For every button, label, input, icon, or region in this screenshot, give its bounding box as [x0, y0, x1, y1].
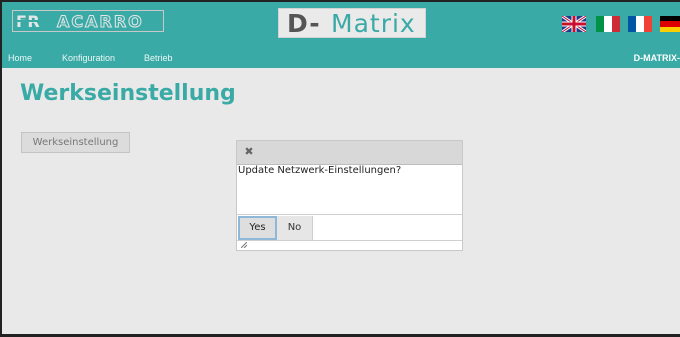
- nav-item-konfiguration[interactable]: Konfiguration: [62, 53, 115, 63]
- close-icon[interactable]: ✖: [242, 144, 256, 160]
- device-label: D-MATRIX-: [633, 53, 680, 63]
- page-title: Werkseinstellung: [20, 81, 236, 106]
- no-button[interactable]: No: [277, 216, 313, 240]
- main-nav: Home Konfiguration Betrieb D-MATRIX-: [2, 48, 680, 68]
- d-matrix-logo: D- Matrix: [278, 8, 426, 38]
- product-name: Matrix: [331, 9, 416, 38]
- fracarro-logo: FR ACARRO: [12, 10, 164, 32]
- uk-flag-icon[interactable]: [562, 16, 586, 32]
- logo-prefix: FR: [16, 12, 41, 31]
- product-prefix: D-: [287, 9, 321, 38]
- confirm-dialog: ✖ Update Netzwerk-Einstellungen? Yes No: [236, 140, 463, 251]
- resize-handle-icon[interactable]: [241, 242, 247, 248]
- dialog-titlebar[interactable]: ✖: [237, 141, 462, 165]
- italy-flag-icon[interactable]: [596, 16, 620, 32]
- nav-item-betrieb[interactable]: Betrieb: [144, 53, 173, 63]
- logo-name: ACARRO: [57, 12, 144, 32]
- nav-item-home[interactable]: Home: [8, 53, 32, 63]
- dialog-message: Update Netzwerk-Einstellungen?: [238, 165, 402, 176]
- yes-button[interactable]: Yes: [238, 216, 277, 240]
- dialog-button-bar: Yes No: [237, 214, 462, 241]
- werkseinstellung-button[interactable]: Werkseinstellung: [21, 132, 130, 153]
- france-flag-icon[interactable]: [628, 16, 652, 32]
- germany-flag-icon[interactable]: [660, 16, 680, 32]
